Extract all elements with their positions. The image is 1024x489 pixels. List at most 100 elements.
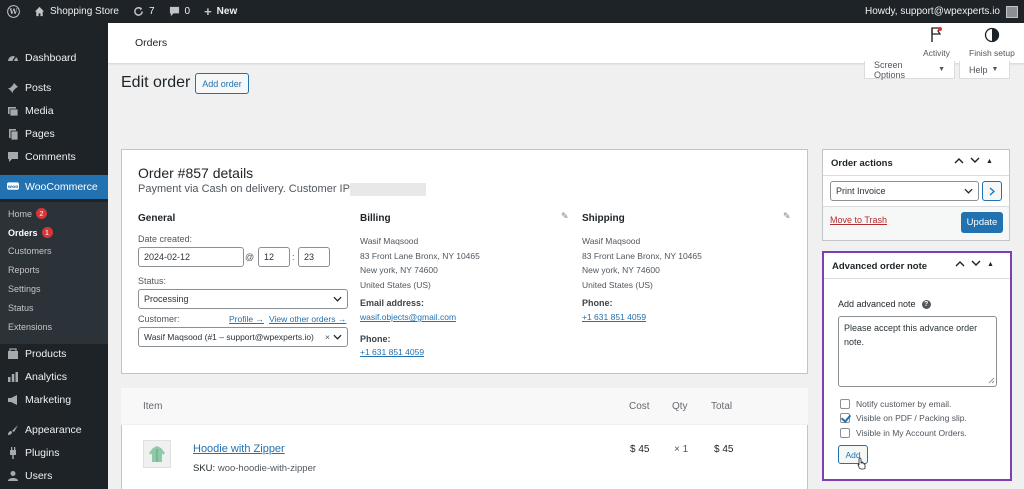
svg-text:woo: woo bbox=[8, 185, 19, 190]
menu-dashboard[interactable]: Dashboard bbox=[0, 46, 108, 69]
wordpress-logo-icon[interactable]: W bbox=[0, 0, 27, 23]
menu-users[interactable]: Users bbox=[0, 464, 108, 487]
chevron-down-icon[interactable] bbox=[970, 156, 980, 167]
resize-handle-icon[interactable] bbox=[988, 377, 995, 384]
billing-phone-link[interactable]: +1 631 851 4059 bbox=[360, 347, 424, 357]
update-button[interactable]: Update bbox=[961, 212, 1003, 233]
svg-text:W: W bbox=[8, 7, 18, 16]
advanced-note-textarea[interactable]: Please accept this advance order note. bbox=[838, 316, 997, 387]
menu-comments[interactable]: Comments bbox=[0, 145, 108, 168]
menu-pages[interactable]: Pages bbox=[0, 122, 108, 145]
visible-account-checkbox-row[interactable]: Visible in My Account Orders. bbox=[840, 428, 967, 438]
menu-woocommerce[interactable]: woo WooCommerce bbox=[0, 175, 108, 199]
move-to-trash-link[interactable]: Move to Trash bbox=[830, 215, 887, 225]
advanced-note-title: Advanced order note bbox=[832, 261, 928, 272]
visible-pdf-checkbox-row[interactable]: Visible on PDF / Packing slip. bbox=[840, 413, 967, 423]
item-cost: $ 45 bbox=[630, 444, 650, 455]
status-label: Status: bbox=[138, 276, 167, 286]
comment-icon bbox=[169, 6, 180, 17]
activity-button[interactable]: Activity bbox=[923, 27, 950, 58]
hour-input[interactable]: 12 bbox=[258, 247, 290, 267]
brush-icon bbox=[7, 424, 19, 436]
collapse-toggle-icon[interactable]: ▲ bbox=[987, 261, 994, 268]
comments-link[interactable]: 0 bbox=[162, 0, 198, 23]
notify-customer-checkbox-row[interactable]: Notify customer by email. bbox=[840, 399, 951, 409]
site-name-link[interactable]: Shopping Store bbox=[27, 0, 126, 23]
progress-circle-icon bbox=[984, 27, 1000, 45]
general-heading: General bbox=[138, 213, 176, 224]
table-row: Hoodie with Zipper SKU: woo-hoodie-with-… bbox=[121, 426, 808, 486]
edit-shipping-pencil-icon[interactable]: ✎ bbox=[783, 211, 791, 222]
status-select[interactable]: Processing bbox=[138, 289, 348, 309]
column-cost: Cost bbox=[629, 401, 650, 412]
menu-products[interactable]: Products bbox=[0, 342, 108, 365]
chevron-down-icon bbox=[333, 334, 342, 340]
shipping-phone-link[interactable]: +1 631 851 4059 bbox=[582, 312, 646, 322]
page-title: Edit order bbox=[121, 74, 191, 91]
updates-link[interactable]: 7 bbox=[126, 0, 162, 23]
chevron-up-icon[interactable] bbox=[954, 156, 964, 167]
comments-icon bbox=[7, 151, 19, 163]
column-qty: Qty bbox=[672, 401, 688, 412]
shipping-phone-label: Phone: bbox=[582, 298, 613, 308]
updates-count: 7 bbox=[148, 6, 155, 17]
header-title: Orders bbox=[135, 37, 168, 49]
order-action-select[interactable]: Print Invoice bbox=[830, 181, 979, 201]
my-account-link[interactable]: Howdy, support@wpexperts.io bbox=[865, 5, 1024, 18]
finish-setup-button[interactable]: Finish setup bbox=[969, 27, 1015, 58]
comments-count: 0 bbox=[184, 6, 191, 17]
date-created-label: Date created: bbox=[138, 234, 193, 244]
submenu-status[interactable]: Status bbox=[8, 303, 34, 313]
avatar bbox=[1006, 5, 1018, 18]
product-name-link[interactable]: Hoodie with Zipper bbox=[193, 443, 285, 455]
apply-action-button[interactable] bbox=[982, 181, 1002, 201]
customer-profile-link[interactable]: Profile → bbox=[229, 314, 264, 324]
pin-icon bbox=[7, 82, 19, 94]
menu-media[interactable]: Media bbox=[0, 99, 108, 122]
minute-input[interactable]: 23 bbox=[298, 247, 330, 267]
customer-select[interactable]: Wasif Maqsood (#1 – support@wpexperts.io… bbox=[138, 327, 348, 347]
submenu-customers[interactable]: Customers bbox=[8, 246, 52, 256]
order-payment-info: Payment via Cash on delivery. Customer I… bbox=[138, 183, 353, 195]
menu-posts[interactable]: Posts bbox=[0, 76, 108, 99]
submenu-extensions[interactable]: Extensions bbox=[8, 322, 52, 332]
item-qty: × 1 bbox=[674, 444, 689, 455]
clear-customer-button[interactable]: × bbox=[325, 332, 330, 342]
menu-analytics[interactable]: Analytics bbox=[0, 365, 108, 388]
add-order-button[interactable]: Add order bbox=[195, 73, 249, 94]
edit-billing-pencil-icon[interactable]: ✎ bbox=[561, 211, 569, 222]
chevron-right-icon bbox=[989, 187, 995, 195]
notify-customer-checkbox[interactable] bbox=[840, 399, 850, 409]
help-button[interactable]: Help ▼ bbox=[959, 61, 1010, 79]
updates-icon bbox=[133, 6, 144, 17]
woocommerce-submenu: Home 2 Orders 1 Customers Reports Settin… bbox=[0, 202, 108, 344]
billing-address: Wasif Maqsood 83 Front Lane Bronx, NY 10… bbox=[360, 236, 480, 290]
visible-pdf-checkbox[interactable] bbox=[840, 413, 850, 423]
menu-marketing[interactable]: Marketing bbox=[0, 388, 108, 411]
submenu-home[interactable]: Home 2 bbox=[8, 208, 48, 219]
pages-icon bbox=[7, 128, 19, 140]
chevron-down-icon[interactable] bbox=[971, 259, 981, 270]
billing-email-link[interactable]: wasif.objects@gmail.com bbox=[360, 312, 456, 322]
new-label: New bbox=[216, 6, 238, 17]
chevron-up-icon[interactable] bbox=[955, 259, 965, 270]
view-other-orders-link[interactable]: View other orders → bbox=[269, 314, 346, 324]
billing-phone-label: Phone: bbox=[360, 334, 391, 344]
new-content-link[interactable]: + New bbox=[197, 0, 244, 23]
visible-account-checkbox[interactable] bbox=[840, 428, 850, 438]
submenu-reports[interactable]: Reports bbox=[8, 265, 40, 275]
customer-label: Customer: bbox=[138, 314, 180, 324]
submenu-orders[interactable]: Orders 1 bbox=[8, 227, 53, 238]
help-icon[interactable]: ? bbox=[921, 299, 931, 309]
divider bbox=[823, 175, 1009, 176]
menu-plugins[interactable]: Plugins bbox=[0, 441, 108, 464]
menu-appearance[interactable]: Appearance bbox=[0, 418, 108, 441]
flag-icon bbox=[929, 27, 943, 45]
shipping-heading: Shipping bbox=[582, 213, 625, 224]
date-created-input[interactable]: 2024-02-12 bbox=[138, 247, 244, 267]
plus-icon: + bbox=[204, 4, 212, 19]
advanced-order-note-box: Advanced order note ▲ Add advanced note … bbox=[822, 251, 1012, 481]
collapse-toggle-icon[interactable]: ▲ bbox=[986, 158, 993, 165]
screen-options-button[interactable]: Screen Options ▼ bbox=[864, 60, 955, 80]
submenu-settings[interactable]: Settings bbox=[8, 284, 41, 294]
